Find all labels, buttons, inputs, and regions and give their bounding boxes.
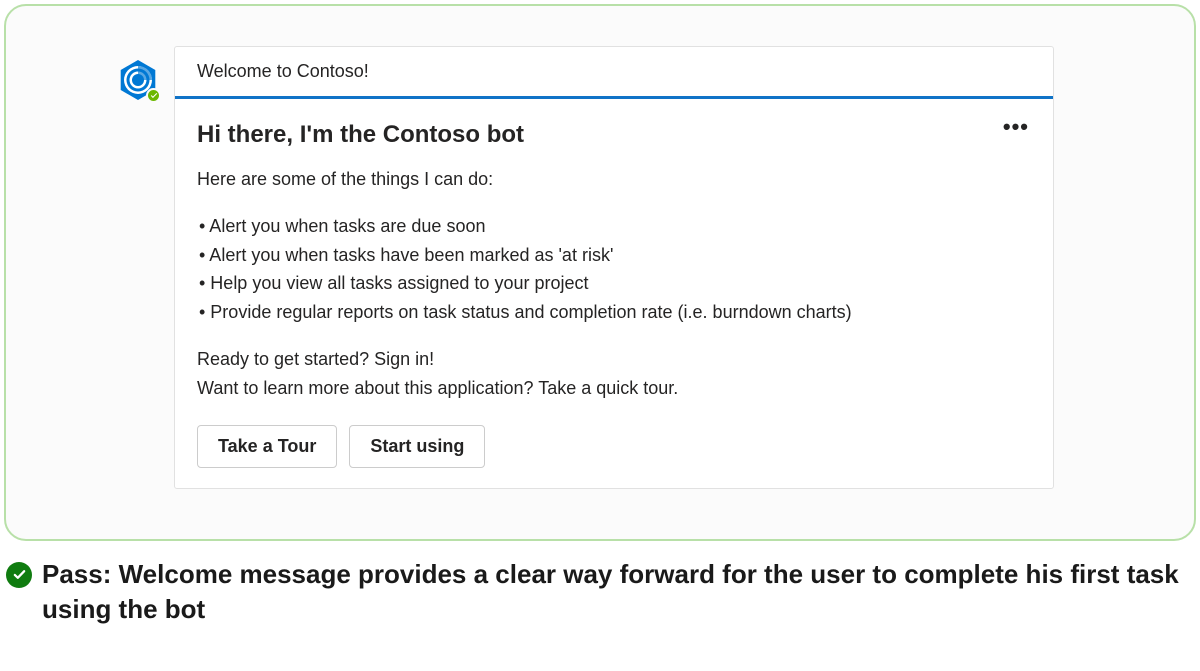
presence-status-icon [146, 88, 161, 103]
list-item: • Help you view all tasks assigned to yo… [197, 269, 1031, 298]
more-options-icon[interactable]: ••• [1003, 121, 1029, 132]
card-body: ••• Hi there, I'm the Contoso bot Here a… [175, 99, 1053, 488]
start-using-button[interactable]: Start using [349, 425, 485, 468]
welcome-card: Welcome to Contoso! ••• Hi there, I'm th… [174, 46, 1054, 489]
capabilities-list: • Alert you when tasks are due soon • Al… [197, 212, 1031, 327]
prompts: Ready to get started? Sign in! Want to l… [197, 345, 1031, 403]
tour-prompt: Want to learn more about this applicatio… [197, 374, 1031, 403]
card-title: Hi there, I'm the Contoso bot [197, 121, 1031, 149]
list-item: • Alert you when tasks are due soon [197, 212, 1031, 241]
card-text: Here are some of the things I can do: • … [197, 165, 1031, 403]
caption-text: Pass: Welcome message provides a clear w… [42, 557, 1194, 627]
check-circle-icon [6, 562, 32, 588]
list-item: • Provide regular reports on task status… [197, 298, 1031, 327]
list-item: • Alert you when tasks have been marked … [197, 241, 1031, 270]
bot-message-row: Welcome to Contoso! ••• Hi there, I'm th… [116, 46, 1134, 489]
validation-caption: Pass: Welcome message provides a clear w… [4, 557, 1196, 627]
card-header: Welcome to Contoso! [175, 47, 1053, 99]
sign-in-prompt: Ready to get started? Sign in! [197, 345, 1031, 374]
take-tour-button[interactable]: Take a Tour [197, 425, 337, 468]
intro-text: Here are some of the things I can do: [197, 165, 1031, 194]
example-container: Welcome to Contoso! ••• Hi there, I'm th… [4, 4, 1196, 541]
card-actions: Take a Tour Start using [197, 425, 1031, 468]
bot-avatar [116, 58, 160, 102]
